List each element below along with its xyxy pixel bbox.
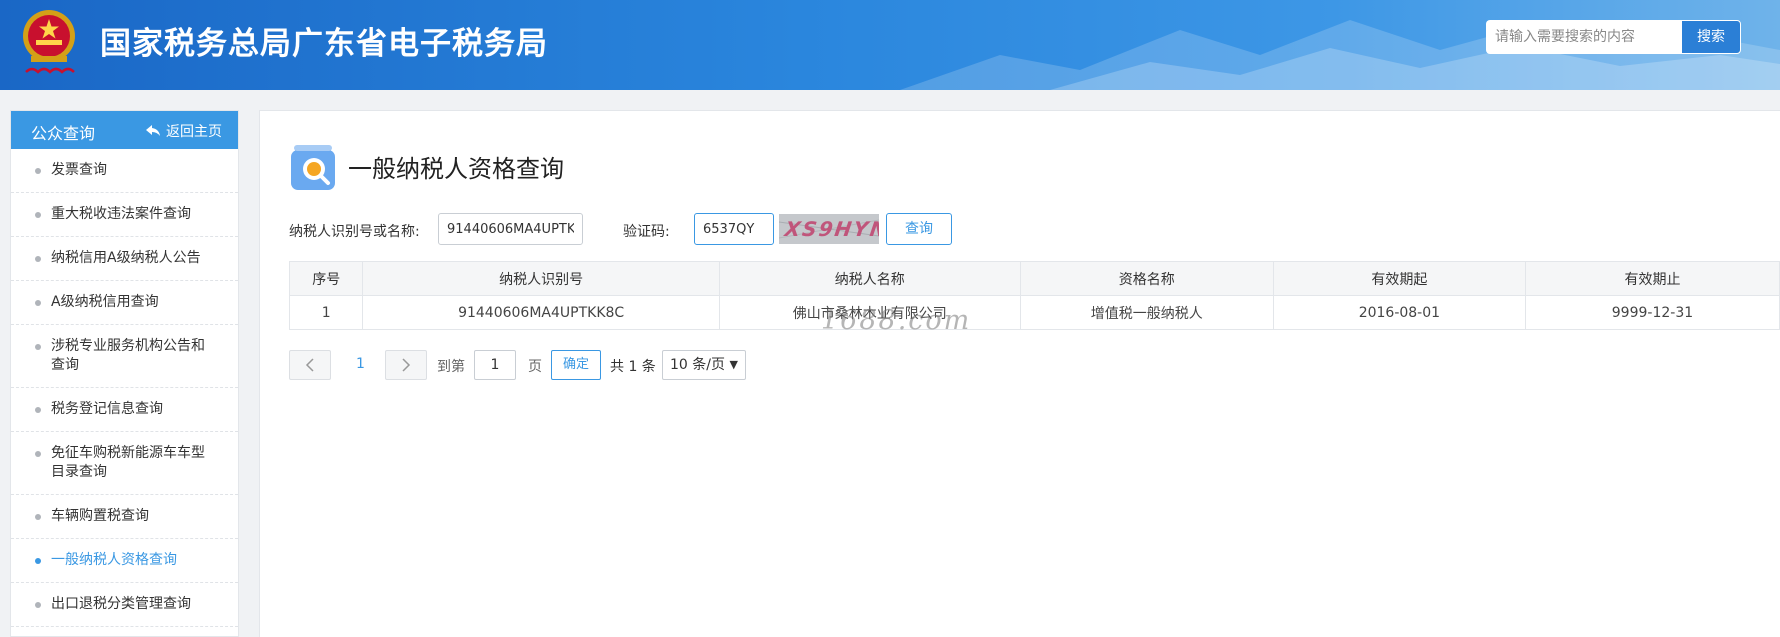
- captcha-label: 验证码:: [623, 224, 670, 240]
- sidebar-item-tax-agency-query[interactable]: 涉税专业服务机构公告和查询: [11, 325, 238, 388]
- sidebar-item-label: 车辆购置税查询: [51, 508, 149, 524]
- column-header: 资格名称: [1019, 261, 1274, 296]
- chevron-left-icon: [305, 358, 314, 372]
- bullet-icon: [35, 344, 41, 350]
- sidebar-item-label: 免征车购税新能源车车型目录查询: [51, 445, 205, 480]
- sidebar-item-tax-violation-query[interactable]: 重大税收违法案件查询: [11, 193, 238, 237]
- bullet-icon: [35, 558, 41, 564]
- page-size-value: 10 条/页: [670, 357, 725, 373]
- back-home-link[interactable]: 返回主页: [146, 121, 222, 141]
- main-panel: 一般纳税人资格查询 纳税人识别号或名称: 验证码: XS9HYN 查询 序号 纳…: [259, 110, 1780, 637]
- sidebar-item-a-credit-query[interactable]: A级纳税信用查询: [11, 281, 238, 325]
- page-number-current[interactable]: 1: [356, 356, 365, 372]
- sidebar-item-export-refund-query[interactable]: 出口退税分类管理查询: [11, 583, 238, 627]
- taxpayer-input[interactable]: [438, 213, 583, 245]
- bullet-icon: [35, 300, 41, 306]
- chevron-right-icon: [402, 358, 411, 372]
- table-cell: 91440606MA4UPTKK8C: [362, 295, 720, 330]
- tax-emblem-icon: [23, 10, 75, 74]
- bullet-icon: [35, 168, 41, 174]
- bullet-icon: [35, 407, 41, 413]
- page-size-select[interactable]: 10 条/页 ▼: [662, 350, 746, 380]
- bullet-icon: [35, 451, 41, 457]
- goto-label: 到第: [437, 359, 465, 375]
- back-arrow-icon: [146, 125, 160, 136]
- column-header: 纳税人名称: [718, 261, 1021, 296]
- sidebar-item-label: A级纳税信用查询: [51, 294, 159, 310]
- captcha-text: XS9HYN: [783, 217, 879, 241]
- chevron-down-icon: ▼: [729, 358, 738, 371]
- result-table: 序号 纳税人识别号 纳税人名称 资格名称 有效期起 有效期止 1 9144060…: [288, 261, 1780, 330]
- sidebar-item-label: 重大税收违法案件查询: [51, 206, 191, 222]
- taxpayer-label: 纳税人识别号或名称:: [289, 224, 420, 240]
- sidebar-item-label: 一般纳税人资格查询: [51, 552, 177, 568]
- sidebar-item-label: 出口退税分类管理查询: [51, 596, 191, 612]
- table-cell: 佛山市桑林木业有限公司: [718, 295, 1021, 330]
- column-header: 有效期起: [1272, 261, 1526, 296]
- sidebar-item-a-credit-notice[interactable]: 纳税信用A级纳税人公告: [11, 237, 238, 281]
- site-title: 国家税务总局广东省电子税务局: [100, 26, 548, 62]
- table-cell: 1: [288, 295, 364, 330]
- sidebar-item-ev-catalog-query[interactable]: 免征车购税新能源车车型目录查询: [11, 432, 238, 495]
- sidebar-item-general-taxpayer-query[interactable]: 一般纳税人资格查询: [11, 539, 238, 583]
- sidebar-title: 公众查询: [31, 124, 96, 143]
- goto-page-input[interactable]: 1: [474, 350, 516, 380]
- sidebar-item-label: 涉税专业服务机构公告和查询: [51, 338, 205, 373]
- table-cell: 2016-08-01: [1272, 295, 1526, 330]
- column-header: 序号: [288, 261, 364, 296]
- sidebar-item-registration-query[interactable]: 税务登记信息查询: [11, 388, 238, 432]
- site-header: 国家税务总局广东省电子税务局 搜索: [0, 0, 1780, 90]
- bullet-icon: [35, 514, 41, 520]
- search-button[interactable]: 搜索: [1681, 20, 1741, 54]
- sidebar-item-label: 发票查询: [51, 162, 107, 178]
- table-header-row: 序号 纳税人识别号 纳税人名称 资格名称 有效期起 有效期止: [288, 261, 1780, 296]
- table-cell: 增值税一般纳税人: [1019, 295, 1274, 330]
- sidebar-item-label: 纳税信用A级纳税人公告: [51, 250, 201, 266]
- captcha-image[interactable]: XS9HYN: [779, 214, 879, 244]
- bullet-icon: [35, 256, 41, 262]
- page-unit-label: 页: [528, 359, 542, 375]
- query-page-icon: [291, 145, 335, 190]
- search-input[interactable]: [1486, 20, 1681, 54]
- sidebar-header: 公众查询 返回主页: [11, 111, 238, 149]
- column-header: 有效期止: [1524, 261, 1780, 296]
- page-title: 一般纳税人资格查询: [348, 155, 564, 183]
- query-button[interactable]: 查询: [886, 213, 952, 245]
- goto-confirm-button[interactable]: 确定: [551, 350, 601, 380]
- next-page-button[interactable]: [385, 350, 427, 380]
- table-row: 1 91440606MA4UPTKK8C 佛山市桑林木业有限公司 增值税一般纳税…: [288, 295, 1780, 330]
- bullet-icon: [35, 212, 41, 218]
- table-cell: 9999-12-31: [1524, 295, 1780, 330]
- sidebar-item-vehicle-tax-query[interactable]: 车辆购置税查询: [11, 495, 238, 539]
- column-header: 纳税人识别号: [362, 261, 720, 296]
- total-count: 共 1 条: [610, 359, 656, 375]
- sidebar-item-label: 税务登记信息查询: [51, 401, 163, 417]
- captcha-input[interactable]: [694, 213, 774, 245]
- bullet-icon: [35, 602, 41, 608]
- sidebar: 公众查询 返回主页 发票查询 重大税收违法案件查询 纳税信用A级纳税人公告 A级…: [10, 110, 239, 637]
- prev-page-button[interactable]: [289, 350, 331, 380]
- back-home-label: 返回主页: [166, 124, 222, 140]
- sidebar-item-invoice-query[interactable]: 发票查询: [11, 149, 238, 193]
